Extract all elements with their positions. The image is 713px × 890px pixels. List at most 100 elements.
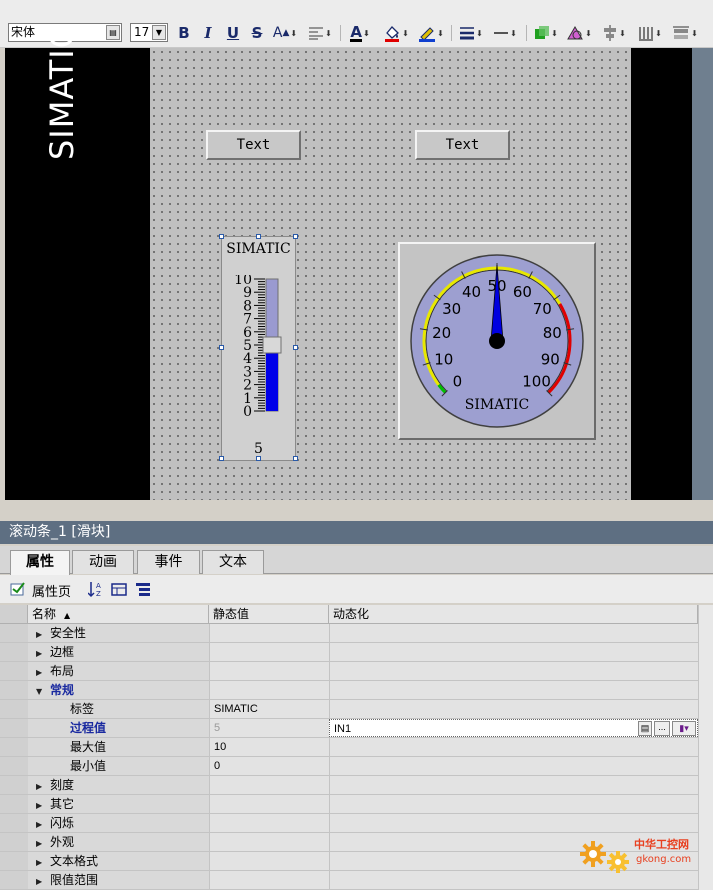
property-row[interactable]: ▶ 边框 (0, 643, 698, 662)
static-value-cell[interactable] (209, 814, 329, 832)
property-name-cell[interactable]: ▶ 外观 (28, 833, 209, 851)
property-row[interactable]: 最大值 10 (0, 738, 698, 757)
expand-icon[interactable]: ▶ (36, 645, 46, 663)
dynamic-value-cell[interactable] (329, 814, 698, 832)
expand-icon[interactable]: ▶ (36, 816, 46, 834)
property-row[interactable]: 标签 SIMATIC (0, 700, 698, 719)
static-value-cell[interactable]: 0 (209, 757, 329, 775)
text-button-2[interactable]: Text (415, 130, 510, 160)
tag-list-icon[interactable]: ▤ (638, 721, 652, 736)
static-value-cell[interactable] (209, 643, 329, 661)
static-value-cell[interactable] (209, 681, 329, 699)
resize-handle[interactable] (219, 234, 224, 239)
resize-handle[interactable] (293, 234, 298, 239)
property-name-cell[interactable]: 最小值 (28, 757, 209, 775)
property-row[interactable]: ▶ 其它 (0, 795, 698, 814)
dynamic-value-cell[interactable] (329, 662, 698, 680)
column-header-static[interactable]: 静态值 (209, 605, 329, 624)
property-name-cell[interactable]: ▶ 闪烁 (28, 814, 209, 832)
line-color-button[interactable]: ⬇ (414, 22, 448, 44)
font-dropdown-icon[interactable]: ▤ (106, 25, 120, 40)
property-name-cell[interactable]: ▼ 常规 (28, 681, 209, 699)
align-objects-button[interactable]: ⬇ (598, 22, 630, 44)
property-name-cell[interactable]: 最大值 (28, 738, 209, 756)
static-value-cell[interactable]: SIMATIC (209, 700, 329, 718)
bold-button[interactable]: B (176, 22, 192, 44)
property-name-cell[interactable]: ▶ 其它 (28, 795, 209, 813)
property-name-cell[interactable]: 过程值 (28, 719, 209, 737)
tab-properties[interactable]: 属性 (10, 550, 70, 575)
static-value-cell[interactable] (209, 662, 329, 680)
tab-texts[interactable]: 文本 (202, 550, 264, 574)
distribute-button[interactable]: ⬇ (634, 22, 666, 44)
property-name-cell[interactable]: ▶ 安全性 (28, 624, 209, 642)
chevron-down-icon[interactable]: ▼ (152, 25, 166, 40)
dynamic-value-cell[interactable] (329, 700, 698, 718)
dynamic-value-cell[interactable] (329, 757, 698, 775)
expand-icon[interactable]: ▶ (36, 873, 46, 890)
static-value-cell[interactable] (209, 776, 329, 794)
italic-button[interactable]: I (200, 22, 216, 44)
dynamic-value-cell[interactable] (329, 776, 698, 794)
font-color-button[interactable]: A ⬇ (345, 22, 375, 44)
property-row[interactable]: 最小值 0 (0, 757, 698, 776)
slider-widget[interactable]: SIMATIC 10 9 8 7 6 5 4 3 2 1 0 5 (219, 234, 298, 461)
strikethrough-button[interactable]: S (248, 22, 266, 44)
align-button[interactable]: ⬇ (304, 22, 336, 44)
dynamic-value-cell[interactable] (329, 643, 698, 661)
property-row[interactable]: ▶ 闪烁 (0, 814, 698, 833)
collapse-icon[interactable]: ▼ (36, 683, 46, 701)
property-name-cell[interactable]: ▶ 边框 (28, 643, 209, 661)
underline-button[interactable]: U (224, 22, 242, 44)
property-name-cell[interactable]: 标签 (28, 700, 209, 718)
static-value-cell[interactable] (209, 624, 329, 642)
tab-events[interactable]: 事件 (137, 550, 200, 574)
property-page-label[interactable]: 属性页 (32, 581, 71, 600)
font-size-select[interactable]: 17 ▼ (130, 23, 168, 42)
dynamic-value-cell[interactable] (329, 795, 698, 813)
size-button[interactable]: ⬇ (668, 22, 702, 44)
column-header-dynamic[interactable]: 动态化 (329, 605, 698, 624)
sort-az-icon[interactable]: AZ (88, 580, 106, 598)
dynamic-value-cell[interactable] (329, 738, 698, 756)
property-row[interactable]: ▶ 布局 (0, 662, 698, 681)
static-value-cell[interactable] (209, 795, 329, 813)
line-style-button[interactable]: ⬇ (490, 22, 520, 44)
tag-dropdown-icon[interactable]: ▮▾ (672, 721, 696, 736)
text-button-1[interactable]: Text (206, 130, 301, 160)
dynamic-value-cell[interactable]: IN1 ▤... ▮▾ (329, 719, 698, 737)
static-value-cell[interactable] (209, 871, 329, 889)
property-page-icon[interactable] (10, 581, 26, 597)
property-row[interactable]: ▶ 刻度 (0, 776, 698, 795)
slider-thumb[interactable] (262, 336, 282, 354)
property-name-cell[interactable]: ▶ 限值范围 (28, 871, 209, 889)
expand-icon[interactable]: ▶ (36, 664, 46, 682)
fill-color-button[interactable]: ⬇ (380, 22, 412, 44)
property-name-cell[interactable]: ▶ 刻度 (28, 776, 209, 794)
shape-button[interactable]: ⬇ (563, 22, 595, 44)
group-icon[interactable] (111, 581, 127, 597)
column-header-name[interactable]: 名称 ▲ (28, 605, 209, 624)
expand-icon[interactable]: ▶ (36, 797, 46, 815)
static-value-cell[interactable]: 10 (209, 738, 329, 756)
resize-handle[interactable] (256, 234, 261, 239)
property-name-cell[interactable]: ▶ 文本格式 (28, 852, 209, 870)
text-case-button[interactable]: A ▲ ⬇ (270, 22, 300, 44)
screen-canvas[interactable]: SIMATIC Text Text SIMATIC 10 9 8 7 6 5 4 3 2 1 0 5… (5, 25, 713, 500)
static-value-cell[interactable] (209, 833, 329, 851)
browse-button[interactable]: ... (654, 721, 670, 736)
static-value-cell[interactable]: 5 (209, 719, 329, 737)
line-weight-button[interactable]: ⬇ (456, 22, 486, 44)
property-row[interactable]: 过程值 5 IN1 ▤... ▮▾ (0, 719, 698, 738)
expand-icon[interactable]: ▶ (36, 835, 46, 853)
gauge-widget[interactable]: 0102030405060708090100SIMATIC (398, 242, 596, 440)
property-name-cell[interactable]: ▶ 布局 (28, 662, 209, 680)
dynamic-value-cell[interactable] (329, 681, 698, 699)
dynamic-value-cell[interactable] (329, 624, 698, 642)
property-row[interactable]: ▼ 常规 (0, 681, 698, 700)
tab-animations[interactable]: 动画 (72, 550, 134, 574)
static-value-cell[interactable] (209, 852, 329, 870)
expand-icon[interactable]: ▶ (36, 626, 46, 644)
fill-pattern-button[interactable]: ⬇ (531, 22, 561, 44)
expand-icon[interactable]: ▶ (36, 778, 46, 796)
